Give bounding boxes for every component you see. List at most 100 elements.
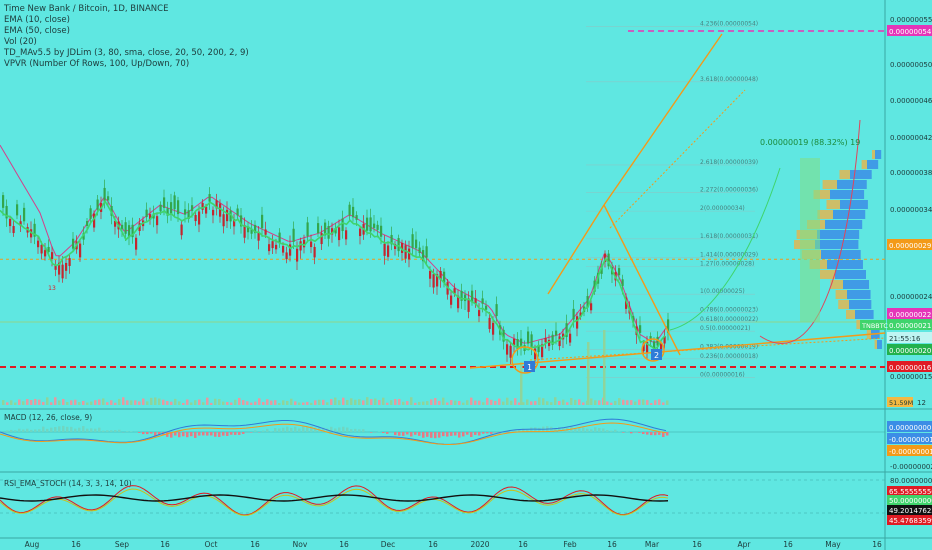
- candle: [89, 208, 92, 219]
- legend-vol[interactable]: Vol (20): [4, 37, 249, 48]
- macd-hist: [450, 432, 453, 436]
- candle: [338, 227, 341, 241]
- macd-hist: [30, 429, 33, 432]
- vpvr-bar: [855, 310, 874, 319]
- volume-bar: [186, 399, 189, 405]
- volume-bar: [434, 398, 437, 405]
- volume-bar: [598, 400, 601, 405]
- volume-bar: [234, 399, 237, 405]
- macd-hist: [398, 432, 401, 436]
- volume-bar: [410, 397, 413, 405]
- price-tick: 0.00000034: [890, 206, 932, 214]
- candle: [369, 217, 372, 232]
- macd-hist: [650, 432, 653, 436]
- volume-bar: [242, 400, 245, 405]
- volume-bar: [606, 401, 609, 405]
- volume-bar: [314, 400, 317, 405]
- macd-hist: [250, 432, 253, 433]
- macd-hist: [262, 430, 265, 432]
- legend-td[interactable]: TD_MAv5.5 by JDLim (3, 80, sma, close, 2…: [4, 48, 249, 59]
- price-tick: 0.00000015: [890, 373, 932, 381]
- macd-hist: [306, 427, 309, 432]
- macd-hist: [226, 432, 229, 436]
- candle: [264, 229, 267, 235]
- macd-hist: [254, 430, 257, 432]
- time-tick: Dec: [381, 540, 396, 549]
- macd-hist: [118, 429, 121, 432]
- volume-bar: [58, 400, 61, 405]
- macd-hist: [658, 432, 661, 435]
- macd-hist: [586, 428, 589, 432]
- candle: [54, 265, 57, 270]
- macd-hist: [474, 432, 477, 435]
- volume-bar: [230, 402, 233, 405]
- macd-hist: [294, 426, 297, 432]
- volume-bar: [414, 402, 417, 405]
- candle: [208, 194, 211, 202]
- legend-ema10[interactable]: EMA (10, close): [4, 15, 249, 26]
- macd-hist: [34, 429, 37, 432]
- macd-hist: [102, 430, 105, 432]
- time-tick: 16: [250, 540, 260, 549]
- macd-hist: [38, 429, 41, 432]
- macd-hist: [126, 431, 129, 432]
- volume-bar: [398, 398, 401, 405]
- time-tick: 16: [872, 540, 882, 549]
- volume-bar: [574, 399, 577, 405]
- candle: [37, 240, 40, 248]
- volume-bar: [490, 399, 493, 405]
- candle: [639, 325, 642, 333]
- macd-hist: [238, 432, 241, 435]
- volume-bar: [422, 401, 425, 405]
- candle: [432, 274, 435, 288]
- macd-hist: [622, 432, 625, 433]
- price-tick: 0.00000042: [890, 134, 932, 142]
- volume-bar: [642, 399, 645, 405]
- candle: [222, 214, 225, 227]
- volume-bar: [362, 400, 365, 405]
- macd-hist: [442, 432, 445, 437]
- macd-hist: [242, 432, 245, 434]
- candle: [201, 202, 204, 210]
- fib-label: 2.272(0.00000036): [700, 187, 758, 194]
- candle: [198, 211, 201, 225]
- volume-bar: [202, 402, 205, 405]
- volume-bar: [550, 402, 553, 405]
- volume-bar: [330, 399, 333, 405]
- macd-hist: [90, 428, 93, 432]
- ema50-line: [0, 144, 669, 344]
- legend-vpvr[interactable]: VPVR (Number Of Rows, 100, Up/Down, 70): [4, 59, 249, 70]
- macd-hist: [74, 428, 77, 432]
- candle: [415, 239, 418, 249]
- fib-label: 0.236(0.00000018): [700, 353, 758, 360]
- macd-hist: [210, 432, 213, 436]
- volume-bar: [138, 401, 141, 405]
- macd-hist: [186, 432, 189, 438]
- macd-hist: [402, 432, 405, 436]
- candle: [9, 218, 12, 227]
- volume-bar: [514, 398, 517, 405]
- fib-label: 1.618(0.00000031): [700, 233, 758, 240]
- legend-ema50[interactable]: EMA (50, close): [4, 26, 249, 37]
- macd-hist: [194, 432, 197, 438]
- candle: [425, 246, 428, 258]
- macd-hist: [354, 428, 357, 432]
- volume-bar: [538, 397, 541, 405]
- macd-hist: [582, 427, 585, 432]
- volume-bar: [106, 402, 109, 405]
- macd-hist: [370, 432, 373, 433]
- time-tick: 16: [783, 540, 793, 549]
- target-box: [800, 158, 820, 322]
- macd-hist: [334, 428, 337, 432]
- macd-hist: [642, 432, 645, 435]
- candle: [226, 209, 229, 222]
- candle: [72, 238, 75, 249]
- volume-bar: [506, 397, 509, 405]
- volume-bar: [206, 397, 209, 405]
- volume-bar: [658, 399, 661, 405]
- candle: [173, 195, 176, 210]
- bar-marker: 13: [48, 285, 56, 292]
- time-tick: Mar: [645, 540, 660, 549]
- price-badge-text: 0.00000021: [889, 322, 931, 330]
- candle: [121, 224, 124, 229]
